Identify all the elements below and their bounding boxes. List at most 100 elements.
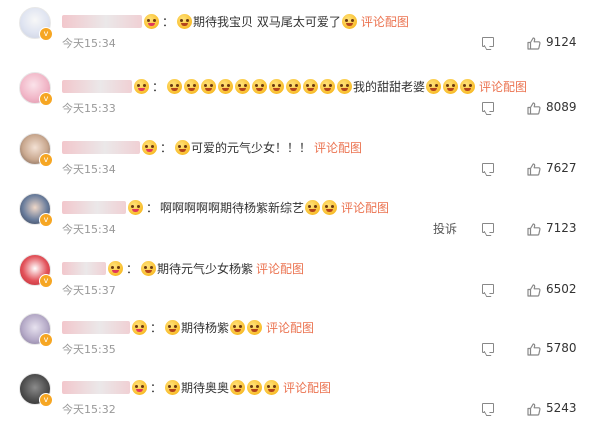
user-level-emoji-icon xyxy=(128,199,143,215)
comment-image-link[interactable]: 评论配图 xyxy=(341,199,389,216)
comment-item: v 小仙女的宝贝 ： 期待我宝贝 双马尾太可爱了 评论配图今天15:34 9124 xyxy=(0,7,600,67)
user-level-emoji-icon xyxy=(132,379,147,395)
colon-separator: ： xyxy=(150,380,163,395)
emoji-icon xyxy=(303,78,319,94)
emoji-icon xyxy=(177,13,193,29)
user-level-emoji-icon xyxy=(132,319,147,335)
colon-separator: ： xyxy=(160,140,173,155)
verified-badge-icon: v xyxy=(39,333,53,347)
verified-badge-icon: v xyxy=(39,27,53,41)
emoji-icon xyxy=(230,379,246,395)
comment-item: v 元气少女杨紫 ： 可爱的元气少女！！！评论配图今天15:34 7627 xyxy=(0,133,600,193)
colon-separator: ： xyxy=(126,261,139,276)
comment-time: 今天15:34 xyxy=(62,163,116,176)
emoji-icon xyxy=(235,78,251,94)
like-count: 6502 xyxy=(546,282,577,296)
comment-reply-icon[interactable] xyxy=(482,163,494,173)
colon-separator: ： xyxy=(162,14,175,29)
user-level-emoji-icon xyxy=(142,139,157,155)
verified-badge-icon: v xyxy=(39,92,53,106)
comment-item: v 杨紫的小可爱 ： 期待杨紫 评论配图今天15:35 5780 xyxy=(0,313,600,373)
emoji-icon xyxy=(443,78,459,94)
emoji-icon xyxy=(305,199,321,215)
thumbs-up-icon[interactable] xyxy=(527,100,541,115)
comment-line: 紫薯宝宝呀 ： 期待元气少女杨紫评论配图 xyxy=(62,258,304,278)
emoji-icon xyxy=(218,78,234,94)
thumbs-up-icon[interactable] xyxy=(527,341,541,356)
emoji-icon xyxy=(201,78,217,94)
colon-separator: ： xyxy=(146,200,159,215)
thumbs-up-icon[interactable] xyxy=(527,282,541,297)
like-count: 5780 xyxy=(546,341,577,355)
comment-image-link[interactable]: 评论配图 xyxy=(479,78,527,95)
comment-image-link[interactable]: 评论配图 xyxy=(314,139,362,156)
verified-badge-icon: v xyxy=(39,393,53,407)
emoji-icon xyxy=(322,199,338,215)
comment-text: 啊啊啊啊啊期待杨紫新综艺 xyxy=(160,200,305,215)
emoji-icon xyxy=(460,78,476,94)
comment-line: 杨紫的小可爱 ： 期待杨紫 评论配图 xyxy=(62,317,314,337)
username-link[interactable]: 奥奥的宝贝 xyxy=(62,380,130,394)
emoji-icon xyxy=(264,379,280,395)
emoji-icon xyxy=(247,379,263,395)
comment-reply-icon[interactable] xyxy=(482,223,494,233)
thumbs-up-icon[interactable] xyxy=(527,35,541,50)
comment-line: 杨紫的粉丝 ：啊啊啊啊啊期待杨紫新综艺 评论配图 xyxy=(62,197,389,217)
comment-line: 元气少女杨紫 ： 可爱的元气少女！！！评论配图 xyxy=(62,137,362,157)
comment-time: 今天15:34 xyxy=(62,223,116,236)
comment-reply-icon[interactable] xyxy=(482,284,494,294)
emoji-icon xyxy=(141,260,157,276)
emoji-icon xyxy=(175,139,191,155)
thumbs-up-icon[interactable] xyxy=(527,221,541,236)
emoji-icon xyxy=(230,319,246,335)
user-level-emoji-icon xyxy=(144,13,159,29)
comment-item: v 甜甜的小宝贝呀 ： 我的甜甜老婆 评论配图今天15:33 8089 xyxy=(0,72,600,132)
emoji-icon xyxy=(341,13,357,29)
user-level-emoji-icon xyxy=(134,78,149,94)
report-button[interactable]: 投诉 xyxy=(433,220,457,237)
like-count: 5243 xyxy=(546,401,577,415)
emoji-icon xyxy=(165,379,181,395)
emoji-icon xyxy=(320,78,336,94)
comment-line: 小仙女的宝贝 ： 期待我宝贝 双马尾太可爱了 评论配图 xyxy=(62,11,409,31)
username-link[interactable]: 杨紫的粉丝 xyxy=(62,200,126,214)
emoji-icon xyxy=(286,78,302,94)
comment-line: 甜甜的小宝贝呀 ： 我的甜甜老婆 评论配图 xyxy=(62,76,527,96)
comment-image-link[interactable]: 评论配图 xyxy=(266,319,314,336)
emoji-icon xyxy=(252,78,268,94)
like-count: 8089 xyxy=(546,100,577,114)
comment-reply-icon[interactable] xyxy=(482,37,494,47)
like-count: 7627 xyxy=(546,161,577,175)
username-link[interactable]: 杨紫的小可爱 xyxy=(62,320,130,334)
comment-image-link[interactable]: 评论配图 xyxy=(256,260,304,277)
username-link[interactable]: 紫薯宝宝呀 xyxy=(62,261,106,275)
username-link[interactable]: 元气少女杨紫 xyxy=(62,140,140,154)
username-link[interactable]: 甜甜的小宝贝呀 xyxy=(62,79,132,93)
comment-text: 期待元气少女杨紫 xyxy=(157,261,254,276)
emoji-icon xyxy=(247,319,263,335)
comment-reply-icon[interactable] xyxy=(482,403,494,413)
user-level-emoji-icon xyxy=(108,260,123,276)
emoji-icon xyxy=(269,78,285,94)
comment-item: v 奥奥的宝贝 ： 期待奥奥 评论配图今天15:32 5243 xyxy=(0,373,600,433)
comment-reply-icon[interactable] xyxy=(482,102,494,112)
comment-time: 今天15:37 xyxy=(62,284,116,297)
verified-badge-icon: v xyxy=(39,274,53,288)
verified-badge-icon: v xyxy=(39,213,53,227)
comment-reply-icon[interactable] xyxy=(482,343,494,353)
comment-text: 可爱的元气少女！！！ xyxy=(191,140,312,155)
thumbs-up-icon[interactable] xyxy=(527,161,541,176)
comment-time: 今天15:35 xyxy=(62,343,116,356)
comment-text: 期待杨紫 xyxy=(181,320,230,335)
emoji-icon xyxy=(184,78,200,94)
verified-badge-icon: v xyxy=(39,153,53,167)
emoji-icon xyxy=(337,78,353,94)
comment-time: 今天15:32 xyxy=(62,403,116,416)
comment-image-link[interactable]: 评论配图 xyxy=(361,13,409,30)
like-count: 7123 xyxy=(546,221,577,235)
comment-item: v 杨紫的粉丝 ：啊啊啊啊啊期待杨紫新综艺 评论配图今天15:34 投诉 7123 xyxy=(0,193,600,253)
thumbs-up-icon[interactable] xyxy=(527,401,541,416)
comment-image-link[interactable]: 评论配图 xyxy=(283,379,331,396)
username-link[interactable]: 小仙女的宝贝 xyxy=(62,14,142,28)
comment-text: 期待奥奥 xyxy=(181,380,230,395)
